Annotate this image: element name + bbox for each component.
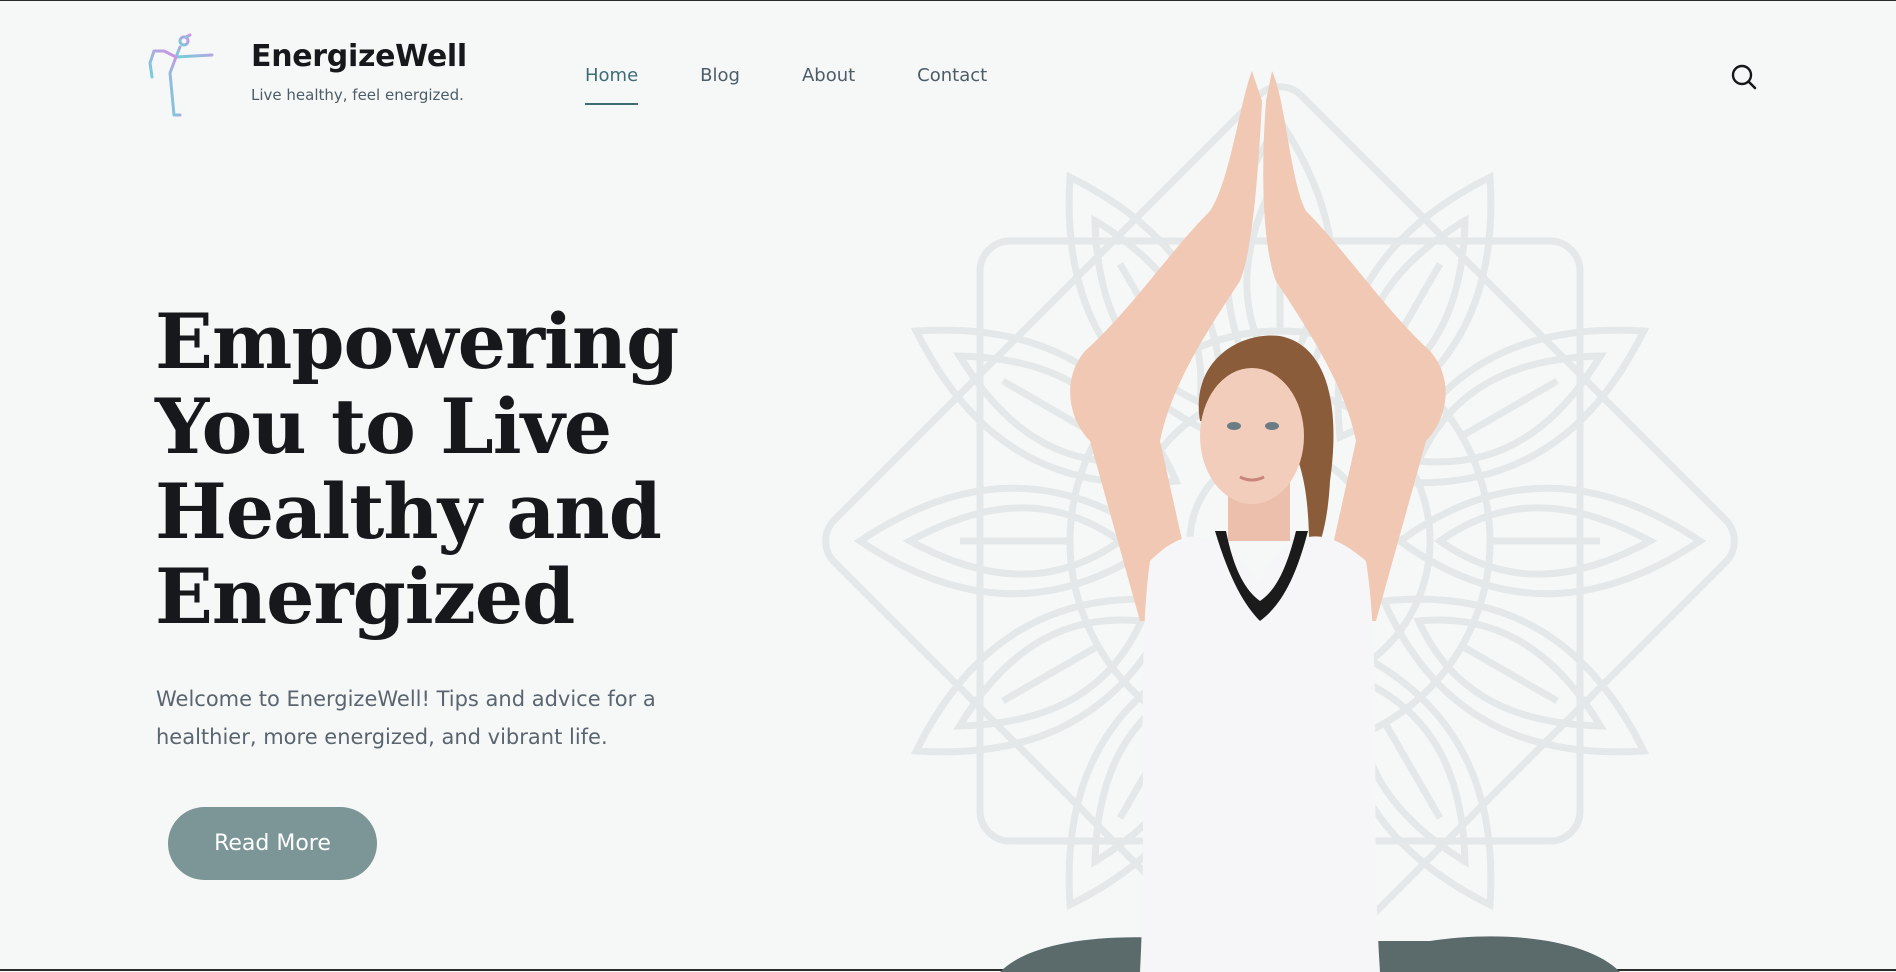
nav-item-blog[interactable]: Blog bbox=[700, 65, 740, 86]
yoga-pose-logo-icon bbox=[148, 33, 214, 117]
brand: EnergizeWell Live healthy, feel energize… bbox=[251, 39, 467, 104]
hero-heading-line: You to Live bbox=[155, 382, 612, 471]
site-logo[interactable] bbox=[146, 33, 226, 121]
nav-item-home[interactable]: Home bbox=[585, 65, 639, 105]
hero-subtitle: Welcome to EnergizeWell! Tips and advice… bbox=[156, 687, 656, 749]
yoga-woman-image bbox=[1000, 71, 1620, 972]
hero-heading-line: Energized bbox=[155, 552, 575, 641]
site-title[interactable]: EnergizeWell bbox=[251, 39, 467, 74]
hero-heading-line: Healthy and bbox=[155, 467, 662, 556]
hero-heading: Empowering You to Live Healthy and Energ… bbox=[155, 299, 715, 639]
hero-heading-line: Empowering bbox=[155, 297, 679, 386]
read-more-button[interactable]: Read More bbox=[168, 807, 377, 880]
site-tagline: Live healthy, feel energized. bbox=[251, 86, 464, 104]
